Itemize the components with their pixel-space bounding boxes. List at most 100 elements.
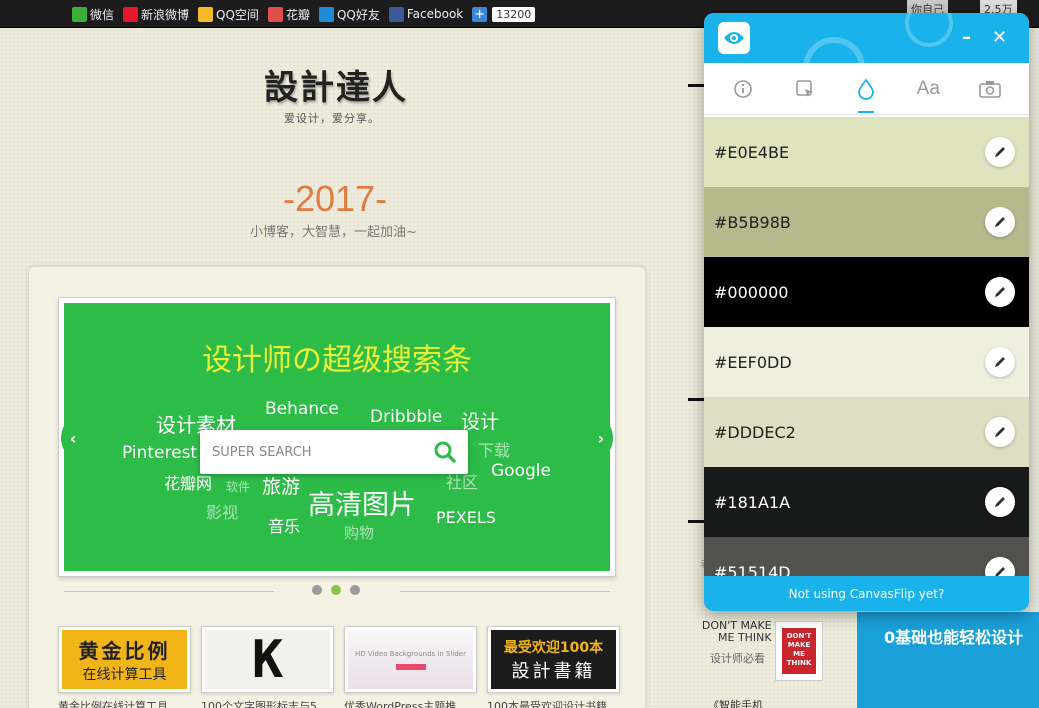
dont-make-me-think-title[interactable]: DON'T MAKE ME THINK [698, 620, 772, 644]
slider-dot[interactable] [312, 585, 322, 595]
share-label: 花瓣 [285, 7, 310, 22]
color-swatch[interactable]: #000000 [704, 257, 1029, 327]
eye-icon [724, 32, 744, 44]
slider-dot[interactable] [350, 585, 360, 595]
decorative-circle [905, 13, 953, 47]
share-label: 新浪微博 [141, 7, 190, 22]
edit-color-button[interactable] [985, 347, 1015, 377]
edit-color-button[interactable] [985, 417, 1015, 447]
thumb-golden-ratio[interactable]: 黄金比例 在线计算工具 [58, 626, 191, 693]
super-search-box[interactable]: SUPER SEARCH [200, 430, 468, 474]
facebook-icon [388, 6, 404, 22]
dm-line: ME THINK [718, 631, 772, 644]
slider-title: 设计师の超级搜索条 [202, 343, 472, 378]
thumb-text: HD Video Backgrounds in Slider [355, 649, 466, 658]
tab-info[interactable] [723, 69, 763, 109]
color-swatch[interactable]: #181A1A [704, 467, 1029, 537]
slider-banner[interactable]: 设计师の超级搜索条 设计素材 Behance Dribbble 设计 Pinte… [64, 303, 610, 571]
share-wechat[interactable]: 微信 [72, 5, 114, 23]
edit-color-button[interactable] [985, 487, 1015, 517]
thumb-title: 黄金比例 [78, 639, 171, 663]
tab-fonts[interactable]: Aa [908, 69, 948, 109]
thumb-subtitle: 設計書籍 [511, 660, 596, 682]
edit-color-button[interactable] [985, 137, 1015, 167]
swatch-hex: #181A1A [714, 492, 791, 512]
book-word: ME [793, 650, 805, 658]
info-icon [734, 79, 752, 98]
slider-prev-button[interactable]: ‹ [61, 420, 85, 456]
thumb-letter-logos[interactable]: K [201, 626, 334, 693]
share-qq[interactable]: QQ好友 [318, 5, 380, 23]
thumb-caption[interactable]: 黄金比例在线计算工具 [58, 698, 191, 708]
color-swatch[interactable]: #E0E4BE [704, 117, 1029, 187]
slider-word: PEXELS [436, 508, 496, 527]
dont-make-me-think-sub: 设计师必看 [710, 652, 765, 665]
share-huaban[interactable]: 花瓣 [267, 5, 310, 23]
book-word: THINK [786, 659, 812, 667]
edit-color-button[interactable] [985, 277, 1015, 307]
weibo-icon [123, 6, 139, 22]
tab-colors[interactable] [846, 69, 886, 113]
thumb-wordpress[interactable]: HD Video Backgrounds in Slider [344, 626, 477, 693]
thumb-letter: K [251, 629, 284, 690]
slider-dot-active[interactable] [331, 585, 341, 595]
color-swatch[interactable]: #B5B98B [704, 187, 1029, 257]
thumb-subtitle: 在线计算工具 [82, 667, 167, 683]
signup-link[interactable]: Not using CanvasFlip yet? [704, 576, 1029, 611]
pencil-icon [995, 427, 1005, 437]
slider-next-button[interactable]: › [589, 420, 613, 456]
swatch-hex: #EEF0DD [714, 352, 792, 372]
huaban-icon [267, 6, 283, 22]
selection-icon [795, 79, 813, 97]
search-input[interactable]: SUPER SEARCH [212, 445, 434, 460]
minimize-button[interactable]: – [962, 27, 971, 48]
book-word: DON'T [786, 632, 812, 640]
panel-header: – ✕ [704, 13, 1029, 63]
share-count: 13200 [492, 6, 536, 22]
motto-text: 小博客，大智慧，一起加油~ [250, 225, 417, 240]
pencil-icon [995, 287, 1005, 297]
share-label: Facebook [406, 7, 464, 21]
color-swatch[interactable]: #DDDEC2 [704, 397, 1029, 467]
site-logo[interactable]: 設計達人 [264, 60, 408, 109]
search-icon[interactable] [434, 441, 456, 463]
sidebar-next-item[interactable]: 《智能手机 [708, 697, 763, 708]
thumb-design-books[interactable]: 最受欢迎100本 設計書籍 [487, 626, 620, 693]
tab-screenshot[interactable] [970, 69, 1010, 109]
close-button[interactable]: ✕ [992, 27, 1007, 48]
pencil-icon [995, 217, 1005, 227]
slider-word: 音乐 [268, 517, 301, 536]
slider-word: 购物 [344, 524, 375, 542]
swatch-hex: #000000 [714, 282, 789, 302]
share-facebook[interactable]: Facebook [388, 5, 464, 23]
site-tagline: 爱设计，爱分享。 [284, 112, 380, 125]
share-list: 微信 新浪微博 QQ空间 花瓣 QQ好友 Facebook +13200 [72, 5, 536, 23]
ad-banner[interactable]: 0基础也能轻松设计 [857, 612, 1039, 708]
thumb-title: 最受欢迎100本 [503, 639, 604, 656]
color-drop-icon [858, 78, 875, 100]
wechat-icon [72, 6, 87, 22]
camera-icon [979, 80, 1001, 98]
qq-icon [318, 6, 334, 22]
swatch-hex: #E0E4BE [714, 142, 790, 162]
slider-word: Behance [265, 399, 339, 419]
book-word: MAKE [787, 641, 811, 649]
share-qzone[interactable]: QQ空间 [198, 5, 259, 23]
share-label: QQ空间 [216, 7, 259, 22]
plus-icon[interactable]: + [472, 6, 488, 22]
thumb-caption[interactable]: 100本最受欢迎设计书籍 [487, 698, 620, 708]
book-cover[interactable]: DON'T MAKE ME THINK [775, 621, 823, 681]
edit-color-button[interactable] [985, 207, 1015, 237]
thumb-caption[interactable]: 优秀WordPress主题推 [344, 698, 477, 708]
thumb-button-graphic [395, 663, 426, 670]
panel-tabs: Aa [704, 63, 1029, 115]
font-icon: Aa [916, 77, 940, 99]
pencil-icon [995, 497, 1005, 507]
share-weibo[interactable]: 新浪微博 [123, 5, 189, 23]
slider-dots [312, 585, 360, 595]
tab-select[interactable] [785, 69, 825, 109]
color-swatch[interactable]: #EEF0DD [704, 327, 1029, 397]
thumb-caption[interactable]: 100个文字图形标志与5 [201, 698, 334, 708]
slider-word: Google [491, 461, 551, 481]
slider-word: 影视 [206, 503, 239, 522]
